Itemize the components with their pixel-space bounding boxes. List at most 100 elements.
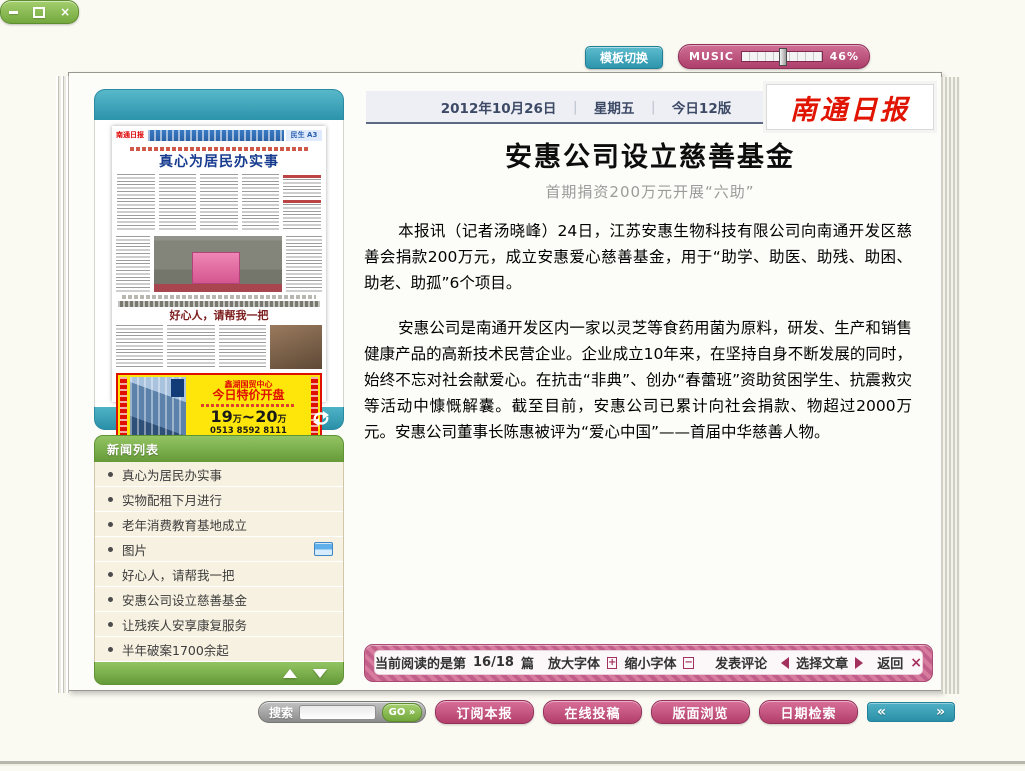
newspaper-logo-box: 南通日报: [766, 84, 934, 130]
close-icon: ×: [60, 6, 70, 18]
toolbar-button[interactable]: 日期检索: [759, 700, 858, 724]
zoom-in-icon[interactable]: +: [607, 657, 617, 669]
search-input[interactable]: [299, 705, 376, 720]
back-button[interactable]: 返回: [877, 653, 903, 672]
thumbnail-text-column: [283, 174, 321, 232]
music-volume-slider[interactable]: [741, 51, 823, 62]
thumbnail-photo: [154, 236, 282, 292]
thumbnail-kicker-line: [130, 147, 308, 151]
bullet-icon: [108, 597, 113, 602]
news-list-item[interactable]: 图片: [95, 537, 343, 562]
separator: ｜: [568, 97, 582, 117]
article-paragraph: 本报讯（记者汤晓峰）24日，江苏安惠生物科技有限公司向南通开发区慈善会捐款200…: [364, 218, 912, 296]
thumbnail-text-column: [117, 174, 155, 232]
toolbar-button[interactable]: 在线投稿: [543, 700, 642, 724]
bullet-icon: [108, 647, 113, 652]
thumbnail-panel-header: [94, 89, 344, 120]
next-article-icon[interactable]: [855, 657, 863, 669]
thumbnail-headline-secondary: 好心人，请帮我一把: [116, 309, 322, 322]
news-list-item[interactable]: 好心人，请帮我一把: [95, 562, 343, 587]
article-title: 安惠公司设立慈善基金: [364, 135, 936, 174]
bullet-icon: [108, 622, 113, 627]
thumbnail-text-column: [116, 325, 163, 369]
article-unit: 篇: [521, 653, 534, 672]
toolbar-button[interactable]: 版面浏览: [651, 700, 750, 724]
pager-next-icon[interactable]: »: [936, 703, 945, 721]
bottom-divider: [0, 761, 1025, 766]
zoom-out-text-button[interactable]: 缩小字体: [624, 653, 676, 672]
music-slider-handle-icon[interactable]: [779, 48, 787, 66]
news-list-item[interactable]: 老年消费教育基地成立: [95, 512, 343, 537]
thumbnail-masthead-logo: 南通日报: [116, 130, 146, 141]
newspaper-page-thumbnail[interactable]: 南通日报 民生 A3 真心为居民办实事: [112, 126, 326, 402]
book-page-edge-left: [56, 76, 69, 693]
news-list-item[interactable]: 半年破案1700余起: [95, 637, 343, 662]
music-player-bar[interactable]: MUSIC 46%: [678, 44, 870, 69]
thumbnail-section-label: 民生 A3: [286, 130, 322, 141]
toolbar-button[interactable]: 订阅本报: [435, 700, 534, 724]
article-paragraph: 安惠公司是南通开发区内一家以灵芝等食药用菌为原料，研发、生产和销售健康产品的高新…: [364, 315, 912, 445]
news-item-label: 安惠公司设立慈善基金: [122, 590, 247, 609]
pager-prev-icon[interactable]: «: [877, 703, 886, 721]
article-view: 安惠公司设立慈善基金 首期捐资200万元开展“六助” 本报讯（记者汤晓峰）24日…: [364, 135, 936, 464]
advert-side-strip: [120, 377, 127, 441]
article-position: 16/18: [473, 655, 514, 670]
news-list: 真心为居民办实事实物配租下月进行老年消费教育基地成立图片好心人，请帮我一把安惠公…: [94, 462, 344, 662]
close-article-icon[interactable]: ×: [910, 655, 922, 671]
news-list-footer: [94, 662, 344, 685]
news-list-item[interactable]: 让残疾人安享康复服务: [95, 612, 343, 637]
news-item-label: 好心人，请帮我一把: [122, 565, 235, 584]
separator: ｜: [646, 97, 660, 117]
thumbnail-text-column: [219, 325, 266, 369]
book-page-edge-right: [941, 77, 960, 694]
news-item-label: 半年破案1700余起: [122, 640, 229, 659]
news-list-item[interactable]: 安惠公司设立慈善基金: [95, 587, 343, 612]
thumbnail-masthead: 南通日报 民生 A3: [116, 130, 322, 141]
thumbnail-advert: 鑫湖国贸中心 今日特价开盘 19万~20万 0513 8592 8111: [116, 373, 322, 445]
date-strip: 2012年10月26日 ｜ 星期五 ｜ 今日12版: [366, 91, 806, 124]
weekday-label: 星期五: [594, 97, 635, 117]
advert-price: 19万~20万: [211, 408, 287, 426]
zoom-out-icon[interactable]: −: [683, 657, 693, 669]
reading-control-bar: 当前阅读的是第 16/18 篇 放大字体 + 缩小字体 − 发表评论 选择文章: [364, 644, 933, 682]
search-go-button[interactable]: GO »: [382, 703, 422, 722]
newspaper-logo: 南通日报: [790, 88, 910, 127]
page-pager: « »: [867, 702, 955, 722]
advert-side-strip: [311, 377, 318, 441]
thumbnail-donation-box: [192, 252, 240, 284]
window-controls: ×: [0, 0, 79, 24]
page-thumbnail-panel: 南通日报 民生 A3 真心为居民办实事: [94, 89, 344, 430]
close-button[interactable]: ×: [54, 4, 76, 20]
article-body: 本报讯（记者汤晓峰）24日，江苏安惠生物科技有限公司向南通开发区慈善会捐款200…: [364, 218, 912, 445]
news-list-item[interactable]: 实物配租下月进行: [95, 487, 343, 512]
thumbnail-caption-strip: [118, 301, 320, 307]
news-list-header: 新闻列表: [94, 435, 344, 462]
bullet-icon: [108, 472, 113, 477]
thumbnail-text-column: [116, 236, 150, 292]
thumbnail-panel-body: 南通日报 民生 A3 真心为居民办实事: [94, 120, 344, 407]
image-icon: [314, 542, 333, 556]
bullet-icon: [108, 547, 113, 552]
thumbnail-text-column: [200, 174, 238, 232]
news-item-label: 老年消费教育基地成立: [122, 515, 247, 534]
restore-button[interactable]: [28, 4, 50, 20]
post-comment-button[interactable]: 发表评论: [715, 653, 767, 672]
zoom-in-text-button[interactable]: 放大字体: [548, 653, 600, 672]
scroll-down-icon[interactable]: [313, 669, 327, 678]
minimize-button[interactable]: [3, 4, 25, 20]
select-article-button[interactable]: 选择文章: [796, 653, 848, 672]
news-item-label: 让残疾人安享康复服务: [122, 615, 247, 634]
thumbnail-caption-line: [122, 295, 316, 299]
bullet-icon: [108, 522, 113, 527]
news-list-item[interactable]: 真心为居民办实事: [95, 462, 343, 487]
news-item-label: 真心为居民办实事: [122, 465, 222, 484]
bottom-toolbar: 搜索 GO » 订阅本报在线投稿版面浏览日期检索 « »: [258, 701, 955, 723]
search-label: 搜索: [269, 704, 293, 721]
template-switch-button[interactable]: 模板切换: [585, 46, 663, 69]
app-window: 模板切换 MUSIC 46% × 南通日报 民生 A3: [0, 0, 1025, 771]
thumbnail-text-column: [159, 174, 197, 232]
previous-article-icon[interactable]: [781, 657, 789, 669]
flip-page-icon[interactable]: [311, 411, 331, 426]
thumbnail-text-column: [167, 325, 214, 369]
scroll-up-icon[interactable]: [283, 669, 297, 678]
